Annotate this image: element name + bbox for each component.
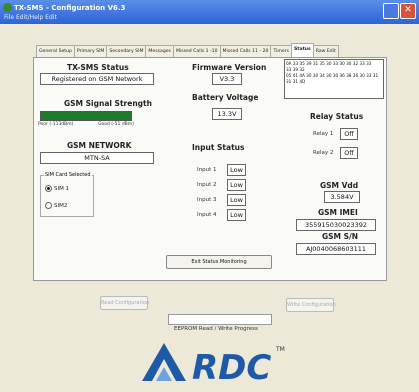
signal-strength-bar (40, 111, 132, 121)
tx-sms-status-title: TX-SMS Status (67, 63, 129, 72)
gsm-imei-title: GSM IMEI (318, 208, 358, 217)
gsm-imei-field: 355915030023392 (296, 219, 376, 231)
write-configuration-button[interactable]: Write Configuration (286, 298, 336, 312)
gsm-vdd-title: GSM Vdd (320, 181, 359, 190)
sim-card-group-title: SIM Card Selected (44, 172, 92, 178)
window-title: TX-SMS - Configuration V6.3 (14, 4, 126, 12)
input-3-label: Input 3 (197, 197, 217, 203)
menu-bar[interactable]: File Edit/Help Edit (4, 14, 57, 21)
gsm-network-field: MTN-SA (40, 152, 154, 164)
input-4-field: Low (227, 209, 246, 221)
sim-card-group: SIM Card Selected SIM 1 SIM2 (40, 172, 94, 217)
radio-unselected-icon (45, 202, 52, 209)
minimize-icon[interactable] (383, 3, 399, 19)
relay-2-label: Relay 2 (313, 150, 334, 156)
sim2-label: SIM2 (54, 202, 68, 209)
firmware-version-title: Firmware Version (192, 63, 267, 72)
signal-good-label: Good (-51 dBm) (98, 122, 134, 127)
tx-sms-status-field: Registered on GSM Network (40, 73, 154, 85)
input-1-label: Input 1 (197, 167, 217, 173)
title-bar: TX-SMS - Configuration V6.3 File Edit/He… (0, 0, 419, 24)
signal-poor-label: Poor (-113dBm) (38, 122, 74, 127)
input-3-field: Low (227, 194, 246, 206)
input-2-field: Low (227, 179, 246, 191)
sim1-radio[interactable]: SIM 1 (45, 185, 69, 192)
svg-text:TM: TM (275, 346, 285, 353)
radio-selected-icon (45, 185, 52, 192)
gsm-signal-strength-title: GSM Signal Strength (64, 99, 152, 108)
input-1-field: Low (227, 164, 246, 176)
input-4-label: Input 4 (197, 212, 217, 218)
gsm-sn-field: AJ0040068603111 (296, 243, 376, 255)
eeprom-progress-label: EEPROM Read / Write Progress (174, 326, 258, 332)
relay-1-label: Relay 1 (313, 131, 334, 137)
read-configuration-button[interactable]: Read Configuration (100, 296, 149, 310)
sim1-label: SIM 1 (54, 185, 70, 192)
tab-strip: General Setup Primary SIM Secondary SIM … (36, 43, 339, 58)
svg-text:RDC: RDC (192, 348, 271, 385)
hex-line: 31 31 4D (286, 79, 306, 84)
battery-voltage-field: 13.3V (212, 108, 242, 120)
gsm-network-title: GSM NETWORK (67, 141, 132, 150)
tab-status[interactable]: Status (290, 43, 314, 58)
battery-voltage-title: Battery Voltage (192, 93, 259, 102)
gsm-vdd-field: 3.584V (324, 191, 360, 203)
rdc-logo: RDC TM (142, 341, 288, 388)
relay-1-field: Off (340, 128, 358, 140)
gsm-sn-title: GSM S/N (322, 232, 359, 241)
relay-2-field: Off (340, 147, 358, 159)
eeprom-progress-bar (168, 314, 272, 325)
input-status-title: Input Status (192, 143, 245, 152)
rdc-logo-graphic: RDC TM (142, 343, 285, 388)
input-2-label: Input 2 (197, 182, 217, 188)
status-panel: TX-SMS Status Registered on GSM Network … (33, 57, 387, 281)
sim2-radio[interactable]: SIM2 (45, 202, 67, 209)
raw-hex-display: 0A 33 35 39 31 35 30 33 30 30 32 33 33 3… (284, 59, 384, 99)
close-icon[interactable]: ✕ (400, 3, 416, 19)
relay-status-title: Relay Status (310, 112, 364, 121)
app-icon (3, 3, 12, 12)
exit-status-monitoring-button[interactable]: Exit Status Monitoring (166, 255, 272, 269)
firmware-version-field: V3.3 (212, 73, 242, 85)
